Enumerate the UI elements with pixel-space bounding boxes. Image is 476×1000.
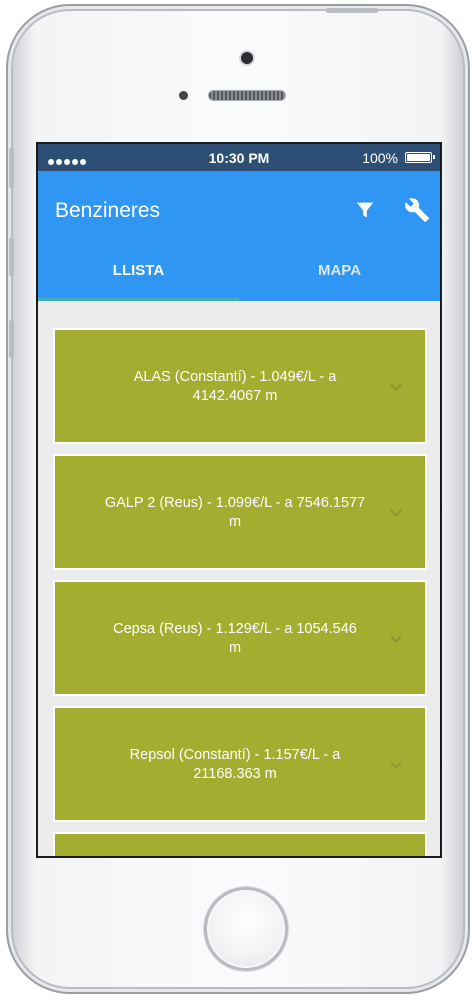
filter-icon[interactable]	[354, 199, 376, 221]
station-label-line1: Repsol (Constantí) - 1.157€/L - a	[129, 747, 341, 763]
station-list[interactable]: ALAS (Constantí) - 1.049€/L - a 4142.406…	[38, 301, 440, 856]
list-item[interactable]: GALP 2 (Reus) - 1.099€/L - a 7546.1577 m	[53, 454, 427, 570]
station-label-line1: Cepsa (Reus) - 1.129€/L - a 1054.546	[113, 621, 357, 637]
list-item[interactable]: Cepsa (Reus) - 1.129€/L - a 1054.546 m	[53, 580, 427, 696]
station-label-line1: GALP 2 (Reus) - 1.099€/L - a 7546.1577	[104, 495, 366, 511]
battery-icon	[405, 152, 435, 163]
app-bar: Benzineres LLISTA MAPA	[38, 171, 440, 301]
mute-switch	[9, 148, 14, 188]
wrench-icon[interactable]	[404, 197, 430, 223]
chevron-down-icon[interactable]	[389, 380, 403, 394]
power-button	[326, 8, 378, 13]
tab-mapa[interactable]: MAPA	[239, 261, 440, 301]
chevron-down-icon[interactable]	[389, 758, 403, 772]
battery-percentage: 100%	[362, 150, 398, 166]
volume-down-button	[9, 320, 14, 358]
tab-llista[interactable]: LLISTA	[38, 261, 239, 301]
app-title: Benzineres	[55, 199, 161, 222]
station-label: Cepsa (Reus) - 1.129€/L - a 1054.546 m	[95, 620, 375, 658]
tab-bar: LLISTA MAPA	[38, 261, 440, 301]
chevron-down-icon[interactable]	[389, 506, 403, 520]
station-label-line2: 4142.4067 m	[192, 388, 278, 404]
status-bar: 10:30 PM 100%	[38, 144, 440, 171]
station-label-line2: m	[228, 640, 242, 656]
list-item[interactable]: Repsol (Constantí) - 1.157€/L - a 21168.…	[53, 706, 427, 822]
chevron-down-icon[interactable]	[389, 632, 403, 646]
volume-up-button	[9, 238, 14, 276]
screen: 10:30 PM 100% Benzineres LLISTA MAPA ALA…	[36, 142, 442, 858]
proximity-sensor	[179, 91, 188, 100]
front-camera	[239, 50, 255, 66]
station-label-line1: ALAS (Constantí) - 1.049€/L - a	[133, 369, 337, 385]
list-item-partial[interactable]	[53, 832, 427, 856]
station-label-line2: 21168.363 m	[193, 766, 277, 782]
home-button[interactable]	[204, 887, 288, 971]
station-label: GALP 2 (Reus) - 1.099€/L - a 7546.1577 m	[95, 494, 375, 532]
station-label: Repsol (Constantí) - 1.157€/L - a 21168.…	[95, 746, 375, 784]
list-item[interactable]: ALAS (Constantí) - 1.049€/L - a 4142.406…	[53, 328, 427, 444]
earpiece-speaker	[208, 90, 286, 101]
station-label: ALAS (Constantí) - 1.049€/L - a 4142.406…	[95, 368, 375, 406]
station-label-line2: m	[228, 514, 242, 530]
